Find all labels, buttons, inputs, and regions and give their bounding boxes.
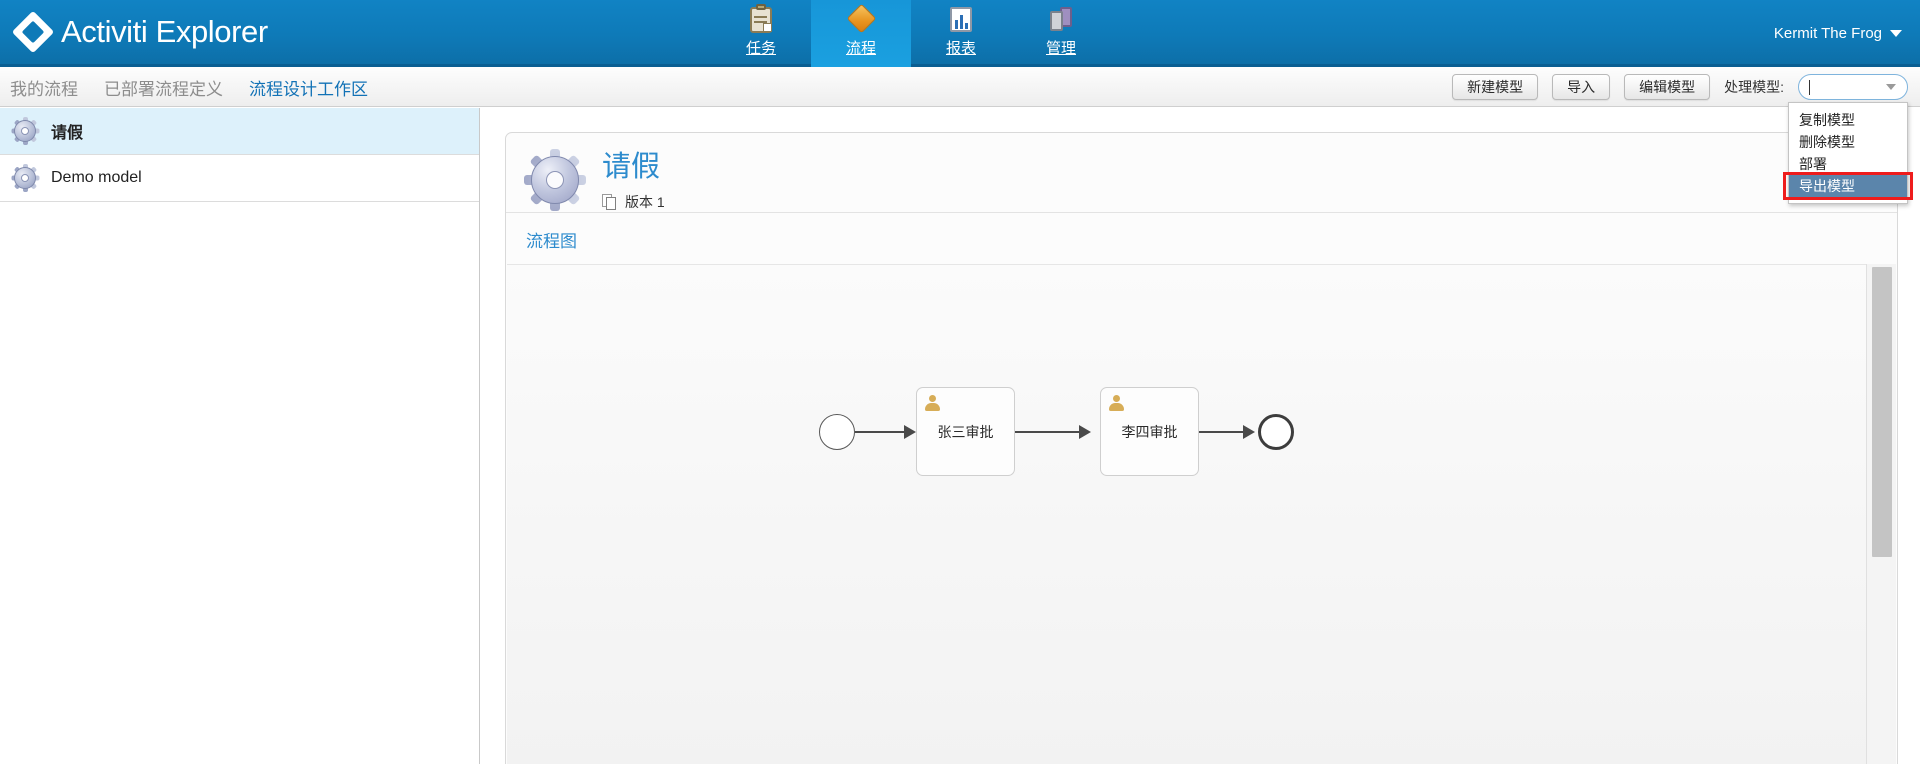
- nav-item-reports-label: 报表: [945, 40, 976, 57]
- gear-icon: [524, 149, 586, 211]
- arrow-head-icon: [904, 425, 916, 439]
- bpmn-task-label: 李四审批: [1121, 423, 1178, 440]
- nav-item-reports[interactable]: 报表: [911, 0, 1011, 67]
- gear-icon: [11, 117, 40, 145]
- dropdown-item-copy-model[interactable]: 复制模型: [1789, 109, 1907, 131]
- dropdown-item-deploy[interactable]: 部署: [1789, 153, 1907, 175]
- subnav-item-design-workspace[interactable]: 流程设计工作区: [249, 75, 368, 100]
- model-header-texts: 请假 版本 1: [602, 151, 665, 212]
- model-version-row: 版本 1: [602, 192, 665, 212]
- edit-model-button[interactable]: 编辑模型: [1624, 74, 1711, 100]
- brand-name: Activiti Explorer: [61, 14, 268, 49]
- tab-process-diagram[interactable]: 流程图: [526, 232, 577, 251]
- nav-item-tasks[interactable]: 任务: [711, 0, 811, 67]
- orange-diamond-icon: [846, 3, 877, 36]
- subnav-item-my-processes[interactable]: 我的流程: [10, 75, 78, 100]
- sidebar-item-demo-model[interactable]: Demo model: [0, 155, 479, 202]
- model-tabs: 流程图: [506, 213, 1897, 252]
- top-header-bar: Activiti Explorer 任务 流程 报表 管理 Kermit The…: [0, 0, 1920, 67]
- sequence-flow-1: [855, 431, 904, 433]
- canvas-vertical-scrollbar[interactable]: [1866, 264, 1896, 764]
- user-menu[interactable]: Kermit The Frog: [1774, 0, 1902, 67]
- bpmn-task-label: 张三审批: [937, 423, 994, 440]
- gear-icon: [11, 164, 40, 192]
- sidebar-item-label: 请假: [51, 125, 84, 142]
- sub-navigation-bar: 我的流程 已部署流程定义 流程设计工作区 新建模型 导入 编辑模型 处理模型: …: [0, 67, 1920, 204]
- nav-item-manage-label: 管理: [1045, 40, 1076, 57]
- bpmn-start-event[interactable]: [819, 414, 855, 450]
- model-detail-header: 请假 版本 1: [506, 133, 1897, 213]
- user-icon: [1109, 395, 1124, 411]
- subnav-item-deployed-definitions[interactable]: 已部署流程定义: [104, 75, 223, 100]
- copy-pages-icon: [602, 193, 618, 211]
- process-diagram-canvas[interactable]: 张三审批 李四审批: [507, 264, 1866, 764]
- chevron-down-icon: [1886, 84, 1896, 90]
- sidebar-item-label: Demo model: [51, 169, 142, 186]
- user-icon: [925, 395, 940, 411]
- model-list-sidebar: 请假 Demo model: [0, 108, 480, 764]
- sequence-flow-3: [1199, 431, 1243, 433]
- diamond-logo-icon: [11, 10, 55, 54]
- bpmn-diagram: 张三审批 李四审批: [507, 265, 1866, 764]
- dropdown-item-delete-model[interactable]: 删除模型: [1789, 131, 1907, 153]
- dropdown-item-export-model[interactable]: 导出模型: [1789, 175, 1907, 197]
- bpmn-user-task-1[interactable]: 张三审批: [916, 387, 1015, 476]
- model-toolbar: 新建模型 导入 编辑模型 处理模型: 复制模型 删除模型 部署 导出模型: [1452, 67, 1913, 204]
- arrow-head-icon: [1243, 425, 1255, 439]
- sequence-flow-2: [1015, 431, 1079, 433]
- nav-item-tasks-label: 任务: [745, 40, 776, 57]
- text-cursor: [1809, 79, 1810, 95]
- scrollbar-thumb[interactable]: [1872, 267, 1892, 557]
- main-content-area: 请假 版本 1 流程图 张三审批 李四审批: [481, 108, 1920, 764]
- import-button[interactable]: 导入: [1552, 74, 1611, 100]
- process-model-select-wrapper: 复制模型 删除模型 部署 导出模型: [1783, 74, 1913, 204]
- process-model-label: 处理模型:: [1724, 79, 1784, 95]
- model-version-label: 版本 1: [625, 194, 665, 211]
- nav-item-manage[interactable]: 管理: [1011, 0, 1111, 67]
- bpmn-user-task-2[interactable]: 李四审批: [1100, 387, 1199, 476]
- process-model-dropdown-menu: 复制模型 删除模型 部署 导出模型: [1783, 102, 1913, 204]
- user-name-label: Kermit The Frog: [1773, 25, 1882, 42]
- brand-logo[interactable]: Activiti Explorer: [11, 8, 268, 56]
- model-detail-card: 请假 版本 1 流程图 张三审批 李四审批: [505, 132, 1898, 764]
- process-model-select[interactable]: [1798, 74, 1908, 100]
- boxes-icon: [1046, 4, 1076, 36]
- bar-chart-icon: [946, 4, 976, 36]
- page-title: 请假: [602, 151, 661, 183]
- subnav-links: 我的流程 已部署流程定义 流程设计工作区: [10, 67, 368, 107]
- bpmn-end-event[interactable]: [1258, 414, 1294, 450]
- sidebar-item-qingjia[interactable]: 请假: [0, 108, 479, 155]
- nav-item-processes-label: 流程: [845, 40, 876, 57]
- main-navigation: 任务 流程 报表 管理: [711, 0, 1111, 67]
- new-model-button[interactable]: 新建模型: [1452, 74, 1539, 100]
- chevron-down-icon: [1890, 30, 1902, 37]
- clipboard-icon: [746, 4, 776, 36]
- nav-item-processes[interactable]: 流程: [811, 0, 911, 67]
- arrow-head-icon: [1079, 425, 1091, 439]
